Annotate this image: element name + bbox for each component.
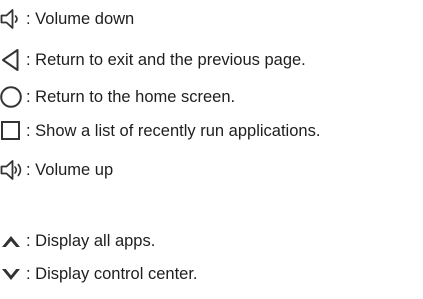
list-item-control-center: : Display control center.	[0, 261, 198, 287]
volume-up-label: : Volume up	[26, 161, 114, 179]
list-item-all-apps: : Display all apps.	[0, 228, 155, 254]
chevron-up-icon	[0, 228, 26, 254]
back-triangle-icon	[0, 47, 26, 73]
recent-apps-square-icon	[0, 118, 26, 144]
chevron-down-icon	[0, 261, 26, 287]
control-center-label: : Display control center.	[26, 265, 198, 283]
list-item-back: : Return to exit and the previous page.	[0, 47, 306, 73]
home-circle-icon	[0, 84, 26, 110]
list-item-volume-up: : Volume up	[0, 157, 113, 183]
recent-apps-label: : Show a list of recently run applicatio…	[26, 122, 321, 140]
volume-down-label: : Volume down	[26, 10, 135, 28]
list-item-home: : Return to the home screen.	[0, 84, 235, 110]
volume-up-icon	[0, 157, 26, 183]
list-item-volume-down: : Volume down	[0, 6, 134, 32]
all-apps-label: : Display all apps.	[26, 232, 156, 250]
back-label: : Return to exit and the previous page.	[26, 51, 306, 69]
list-item-recent-apps: : Show a list of recently run applicatio…	[0, 118, 320, 144]
volume-down-icon	[0, 6, 26, 32]
home-label: : Return to the home screen.	[26, 88, 236, 106]
